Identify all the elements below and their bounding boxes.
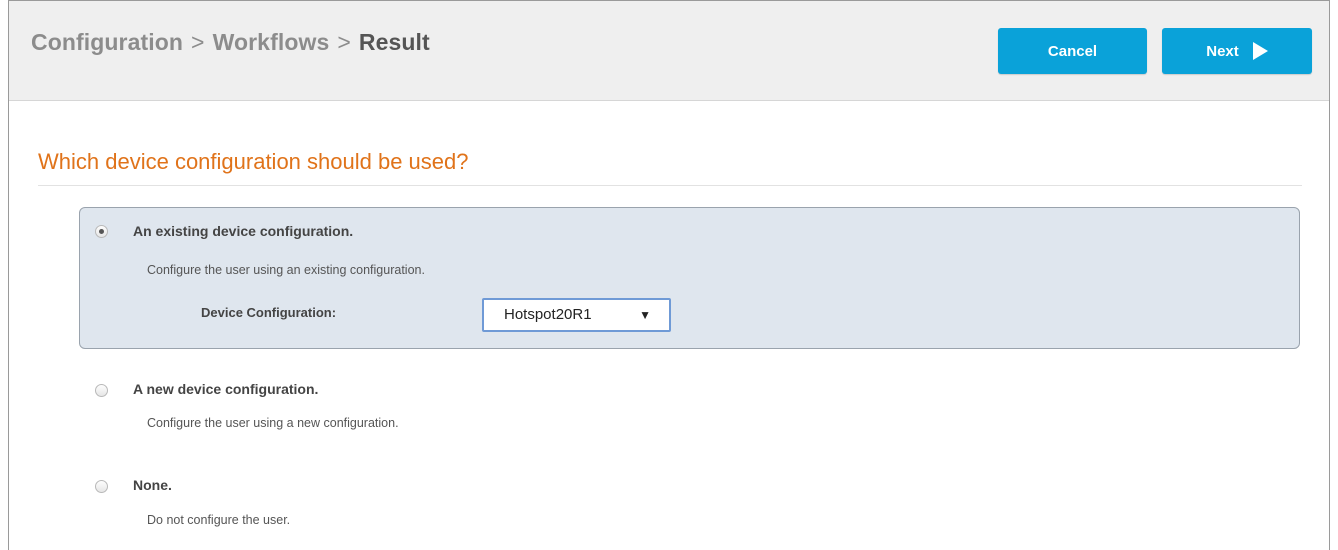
breadcrumb-item-workflows[interactable]: Workflows (213, 29, 330, 55)
divider (38, 185, 1302, 186)
breadcrumb-item-configuration[interactable]: Configuration (31, 29, 183, 55)
breadcrumb: Configuration > Workflows > Result (31, 29, 430, 56)
option-new-description: Configure the user using a new configura… (147, 416, 399, 430)
device-configuration-select[interactable]: Hotspot20R1 ▼ (482, 298, 671, 332)
device-configuration-label: Device Configuration: (201, 305, 337, 320)
radio-existing-configuration[interactable] (95, 225, 108, 238)
cancel-button-label: Cancel (1047, 42, 1098, 60)
next-button[interactable]: Next (1162, 28, 1312, 74)
cancel-button[interactable]: Cancel (998, 28, 1147, 74)
radio-new-configuration[interactable] (95, 384, 108, 397)
device-configuration-value: Hotspot20R1 (504, 306, 592, 323)
next-button-label: Next (1206, 42, 1239, 60)
option-existing-description: Configure the user using an existing con… (147, 263, 425, 277)
option-new-title[interactable]: A new device configuration. (133, 381, 318, 397)
option-none-description: Do not configure the user. (147, 513, 291, 527)
play-arrow-icon (1252, 42, 1268, 60)
option-none-title[interactable]: None. (133, 477, 172, 493)
workflow-result-page: Configuration > Workflows > Result Cancel Ne… (8, 0, 1330, 550)
dropdown-caret-icon: ▼ (639, 308, 651, 322)
page-question: Which device configuration should be use… (38, 149, 469, 174)
radio-none[interactable] (95, 480, 108, 493)
page-header: Configuration > Workflows > Result Cancel Ne… (9, 1, 1329, 101)
breadcrumb-separator: > (191, 29, 205, 55)
option-existing-title[interactable]: An existing device configuration. (133, 223, 353, 239)
breadcrumb-current: Result (358, 29, 430, 55)
breadcrumb-separator: > (337, 29, 351, 55)
